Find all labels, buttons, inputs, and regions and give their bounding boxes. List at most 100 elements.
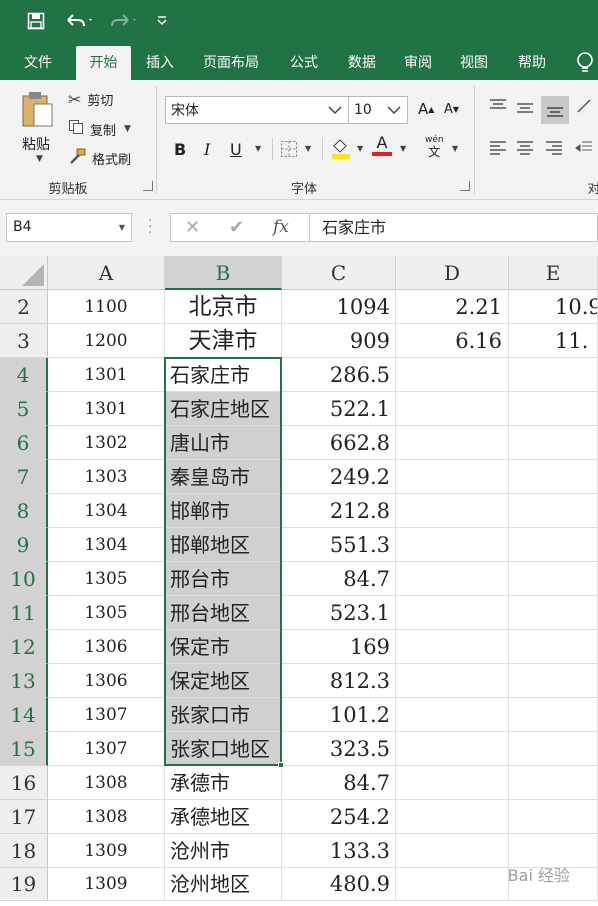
- cell-d12[interactable]: [396, 630, 509, 664]
- cell-e12[interactable]: [509, 630, 598, 664]
- tab-review[interactable]: 审阅: [392, 46, 444, 80]
- cell-d3[interactable]: 6.16: [396, 324, 509, 358]
- row-header-8[interactable]: 8: [0, 494, 48, 528]
- cell-c11[interactable]: 523.1: [282, 596, 396, 630]
- align-right-icon[interactable]: [544, 140, 564, 156]
- cell-a15[interactable]: 1307: [48, 732, 165, 766]
- redo-icon[interactable]: [104, 8, 142, 34]
- cell-b17[interactable]: 承德地区: [165, 800, 282, 834]
- row-header-11[interactable]: 11: [0, 596, 48, 630]
- cell-c18[interactable]: 133.3: [282, 834, 396, 868]
- paste-dropdown-icon[interactable]: ▼: [36, 154, 43, 164]
- align-center-icon[interactable]: [515, 140, 535, 156]
- column-header-e[interactable]: E: [509, 256, 598, 290]
- cell-b15[interactable]: 张家口地区: [165, 732, 282, 766]
- row-header-19[interactable]: 19: [0, 868, 48, 901]
- cell-b5[interactable]: 石家庄地区: [165, 392, 282, 426]
- cell-c8[interactable]: 212.8: [282, 494, 396, 528]
- cell-b13[interactable]: 保定地区: [165, 664, 282, 698]
- row-header-4[interactable]: 4: [0, 358, 48, 392]
- tab-home[interactable]: 开始: [76, 46, 131, 80]
- cell-d17[interactable]: [396, 800, 509, 834]
- cell-b12[interactable]: 保定市: [165, 630, 282, 664]
- font-size-combo[interactable]: 10: [348, 96, 408, 124]
- align-top-icon[interactable]: [488, 98, 508, 114]
- cell-e14[interactable]: [509, 698, 598, 732]
- cell-e15[interactable]: [509, 732, 598, 766]
- cell-d11[interactable]: [396, 596, 509, 630]
- copy-button[interactable]: 复制 ▼: [68, 119, 131, 139]
- column-header-a[interactable]: A: [48, 256, 165, 290]
- cell-c19[interactable]: 480.9: [282, 868, 396, 901]
- cell-e6[interactable]: [509, 426, 598, 460]
- cell-b3[interactable]: 天津市: [165, 324, 282, 358]
- align-left-icon[interactable]: [488, 140, 508, 156]
- borders-icon[interactable]: [280, 140, 298, 158]
- bold-button[interactable]: B: [174, 140, 186, 159]
- cell-c7[interactable]: 249.2: [282, 460, 396, 494]
- cell-b2[interactable]: 北京市: [165, 290, 282, 324]
- cell-c14[interactable]: 101.2: [282, 698, 396, 732]
- cell-e4[interactable]: [509, 358, 598, 392]
- cell-a5[interactable]: 1301: [48, 392, 165, 426]
- row-header-17[interactable]: 17: [0, 800, 48, 834]
- cell-a3[interactable]: 1200: [48, 324, 165, 358]
- cell-c13[interactable]: 812.3: [282, 664, 396, 698]
- fill-color-icon[interactable]: [330, 136, 352, 160]
- cell-c2[interactable]: 1094: [282, 290, 396, 324]
- cell-e11[interactable]: [509, 596, 598, 630]
- tab-view[interactable]: 视图: [448, 46, 500, 80]
- paste-button[interactable]: 粘贴: [22, 134, 50, 154]
- orientation-icon[interactable]: [576, 98, 596, 114]
- underline-dropdown-icon[interactable]: ▼: [255, 144, 261, 153]
- row-header-9[interactable]: 9: [0, 528, 48, 562]
- cell-a6[interactable]: 1302: [48, 426, 165, 460]
- cell-d16[interactable]: [396, 766, 509, 800]
- row-header-6[interactable]: 6: [0, 426, 48, 460]
- cell-e5[interactable]: [509, 392, 598, 426]
- underline-button[interactable]: U: [230, 140, 242, 159]
- cell-e10[interactable]: [509, 562, 598, 596]
- row-header-7[interactable]: 7: [0, 460, 48, 494]
- cell-d19[interactable]: [396, 868, 509, 901]
- name-box-dropdown-icon[interactable]: ▼: [119, 214, 125, 241]
- grow-font-icon[interactable]: A ▲: [418, 100, 434, 118]
- tab-page-layout[interactable]: 页面布局: [192, 46, 270, 80]
- cell-a13[interactable]: 1306: [48, 664, 165, 698]
- borders-dropdown-icon[interactable]: ▼: [305, 144, 311, 153]
- cell-b11[interactable]: 邢台地区: [165, 596, 282, 630]
- cell-e13[interactable]: [509, 664, 598, 698]
- formula-bar-grip-icon[interactable]: · · ·: [148, 214, 152, 240]
- cell-a14[interactable]: 1307: [48, 698, 165, 732]
- column-header-c[interactable]: C: [282, 256, 396, 290]
- cell-a8[interactable]: 1304: [48, 494, 165, 528]
- font-color-icon[interactable]: A: [372, 134, 392, 156]
- cell-c15[interactable]: 323.5: [282, 732, 396, 766]
- cell-b6[interactable]: 唐山市: [165, 426, 282, 460]
- tab-data[interactable]: 数据: [336, 46, 388, 80]
- cell-a18[interactable]: 1309: [48, 834, 165, 868]
- row-header-13[interactable]: 13: [0, 664, 48, 698]
- lightbulb-icon[interactable]: [572, 46, 598, 80]
- format-painter-button[interactable]: 格式刷: [68, 148, 131, 168]
- cell-c4[interactable]: 286.5: [282, 358, 396, 392]
- select-all-corner[interactable]: [0, 256, 48, 290]
- save-icon[interactable]: [22, 8, 50, 34]
- cell-d5[interactable]: [396, 392, 509, 426]
- cell-b7[interactable]: 秦皇岛市: [165, 460, 282, 494]
- clipboard-launcher-icon[interactable]: [143, 181, 153, 191]
- cell-a4[interactable]: 1301: [48, 358, 165, 392]
- undo-icon[interactable]: [60, 8, 98, 34]
- cell-b18[interactable]: 沧州市: [165, 834, 282, 868]
- cell-a10[interactable]: 1305: [48, 562, 165, 596]
- cell-c10[interactable]: 84.7: [282, 562, 396, 596]
- cell-b14[interactable]: 张家口市: [165, 698, 282, 732]
- cell-a16[interactable]: 1308: [48, 766, 165, 800]
- font-name-combo[interactable]: 宋体: [165, 96, 349, 124]
- align-middle-icon[interactable]: [515, 100, 535, 116]
- cell-d13[interactable]: [396, 664, 509, 698]
- cell-d7[interactable]: [396, 460, 509, 494]
- italic-button[interactable]: I: [204, 140, 210, 159]
- shrink-font-icon[interactable]: A ▼: [444, 102, 459, 117]
- cell-e2[interactable]: 10.9: [509, 290, 598, 324]
